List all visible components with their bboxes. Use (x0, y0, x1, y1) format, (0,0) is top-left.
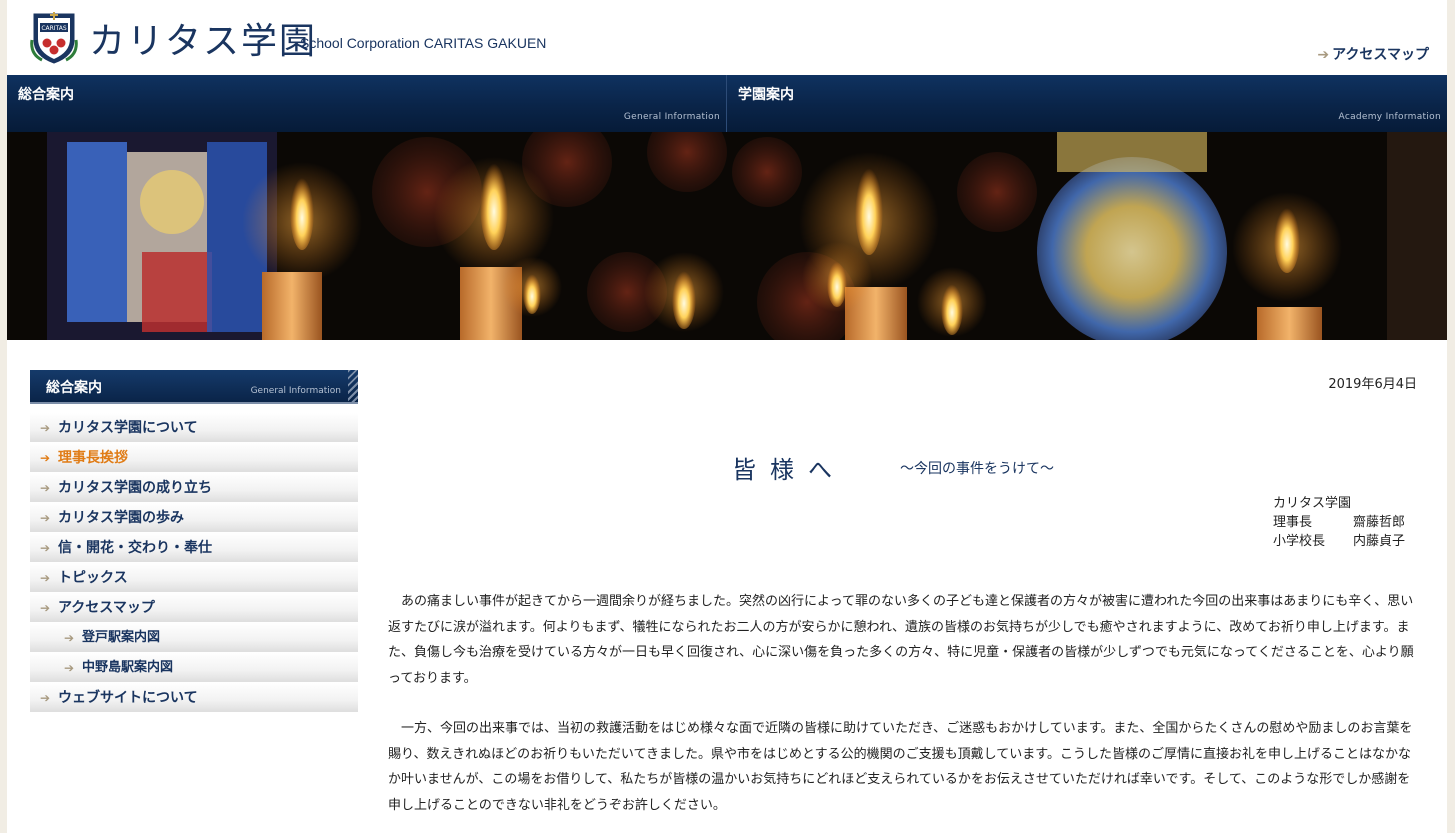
nav-academy-information[interactable]: 学園案内 Academy Information (727, 75, 1447, 132)
organization-name: カリタス学園 (1273, 496, 1352, 511)
page-title: 皆様へ (732, 456, 846, 484)
sidebar-item[interactable]: ➔ 登戸駅案内図 (30, 623, 358, 653)
nav-general-information[interactable]: 総合案内 General Information (7, 75, 727, 132)
message-body: あの痛ましい事件が起きてから一週間余りが経ちました。突然の凶行によって罪のない多… (388, 589, 1418, 833)
sidebar-item-label: アクセスマップ (58, 600, 155, 616)
arrow-right-icon: ➔ (40, 541, 51, 555)
signer-row: 小学校長 内藤貞子 (1273, 532, 1405, 551)
sidebar-item[interactable]: ➔ アクセスマップ (30, 593, 358, 623)
sidebar-heading-subtitle: General Information (250, 386, 341, 396)
sidebar-item-label: カリタス学園について (58, 420, 198, 436)
nav-label: 学園案内 (738, 87, 794, 103)
post-date: 2019年6月4日 (1328, 377, 1417, 392)
arrow-right-icon: ➔ (64, 661, 75, 675)
svg-text:CARITAS: CARITAS (41, 25, 67, 32)
signer-name: 齋藤哲郎 (1353, 515, 1406, 530)
sidebar-item[interactable]: ➔ カリタス学園の成り立ち (30, 473, 358, 503)
sidebar-item[interactable]: ➔ カリタス学園について (30, 413, 358, 443)
sidebar-item-label: カリタス学園の歩み (58, 510, 184, 526)
nav-sublabel: General Information (623, 112, 720, 122)
sidebar-item[interactable]: ➔ 中野島駅案内図 (30, 653, 358, 683)
signer-row: 理事長 齋藤哲郎 (1273, 513, 1405, 532)
arrow-right-icon: ➔ (40, 481, 51, 495)
sidebar-item-label: 登戸駅案内図 (82, 630, 161, 645)
sidebar-item-label: 中野島駅案内図 (82, 660, 174, 675)
message-paragraph: 一方、今回の出来事では、当初の救護活動をはじめ様々な面で近隣の皆様に助けていただ… (388, 721, 1413, 813)
nav-label: 総合案内 (18, 87, 74, 103)
hero-candles-image (7, 132, 1447, 340)
signer-role: 小学校長 (1273, 534, 1326, 549)
arrow-right-icon: ➔ (40, 571, 51, 585)
arrow-right-icon: ➔ (64, 631, 75, 645)
decorative-stripe (348, 370, 358, 404)
signer-name: 内藤貞子 (1353, 534, 1406, 549)
access-map-link[interactable]: ➔ アクセスマップ (1317, 44, 1429, 64)
sidebar-item[interactable]: ➔ ウェブサイトについて (30, 683, 358, 713)
sidebar-item[interactable]: ➔ トピックス (30, 563, 358, 593)
arrow-right-icon: ➔ (40, 451, 51, 465)
sidebar-item-label: トピックス (58, 570, 128, 586)
signer-role: 理事長 (1273, 515, 1313, 530)
nav-sublabel: Academy Information (1338, 112, 1441, 122)
sidebar-heading: 総合案内 General Information (30, 370, 358, 404)
page: CARITAS カリタス学園 School Corporation CARITA… (7, 0, 1447, 833)
school-crest-icon[interactable]: CARITAS (30, 10, 78, 65)
arrow-right-icon: ➔ (40, 691, 51, 705)
global-nav: 総合案内 General Information 学園案内 Academy In… (7, 75, 1447, 132)
arrow-right-icon: ➔ (40, 601, 51, 615)
message-paragraph: あの痛ましい事件が起きてから一週間余りが経ちました。突然の凶行によって罪のない多… (388, 594, 1414, 686)
arrow-right-icon: ➔ (1317, 47, 1330, 63)
arrow-right-icon: ➔ (40, 511, 51, 525)
site-logo-text[interactable]: カリタス学園 (89, 12, 317, 64)
sidebar-item-label: カリタス学園の成り立ち (58, 480, 212, 496)
sidebar-item-label: 信・開花・交わり・奉仕 (58, 540, 212, 556)
site-header: CARITAS カリタス学園 School Corporation CARITA… (7, 0, 1447, 75)
signers-block: カリタス学園 理事長 齋藤哲郎 小学校長 内藤貞子 (1273, 494, 1405, 551)
site-logo-subtitle: School Corporation CARITAS GAKUEN (300, 35, 547, 51)
page-subtitle: 〜今回の事件をうけて〜 (900, 461, 1054, 477)
sidebar-item[interactable]: ➔ 理事長挨拶 (30, 443, 358, 473)
sidebar-item[interactable]: ➔ 信・開花・交わり・奉仕 (30, 533, 358, 563)
sidebar-item-label: ウェブサイトについて (58, 690, 198, 706)
sidebar-item-label: 理事長挨拶 (58, 450, 128, 466)
sidebar-heading-title: 総合案内 (46, 380, 102, 396)
access-map-label: アクセスマップ (1332, 47, 1429, 63)
sidebar-menu: ➔ カリタス学園について ➔ 理事長挨拶 ➔ カリタス学園の成り立ち ➔ カリタス学園の歩み ➔… (30, 413, 358, 713)
sidebar-item[interactable]: ➔ カリタス学園の歩み (30, 503, 358, 533)
arrow-right-icon: ➔ (40, 421, 51, 435)
